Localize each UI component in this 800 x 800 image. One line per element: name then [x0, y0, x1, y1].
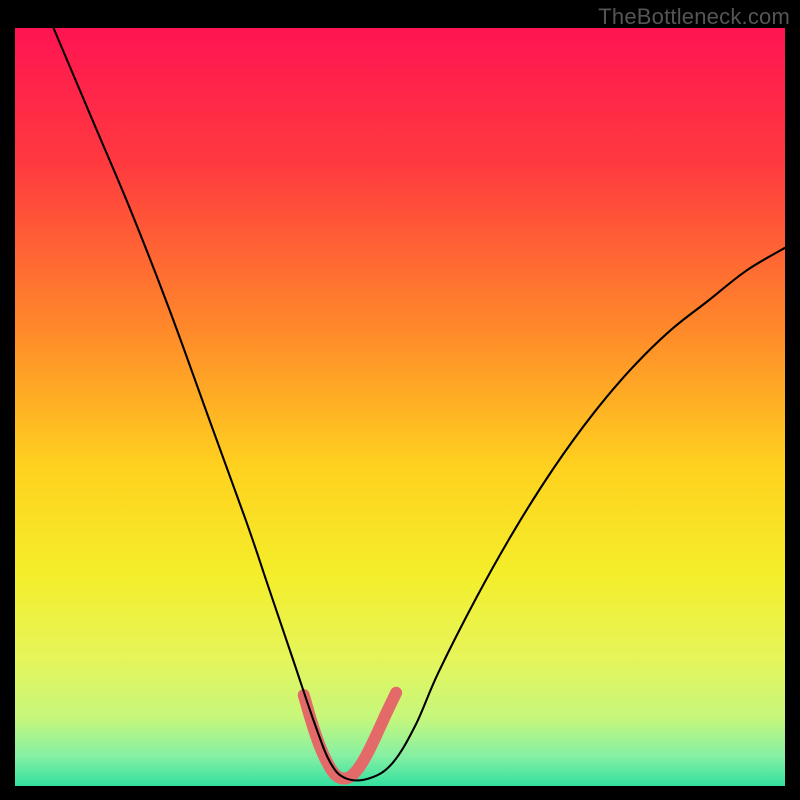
watermark-text: TheBottleneck.com: [598, 4, 790, 30]
gradient-background: [15, 28, 785, 786]
plot-area: [15, 28, 785, 786]
bottleneck-chart: [15, 28, 785, 786]
chart-container: TheBottleneck.com: [0, 0, 800, 800]
